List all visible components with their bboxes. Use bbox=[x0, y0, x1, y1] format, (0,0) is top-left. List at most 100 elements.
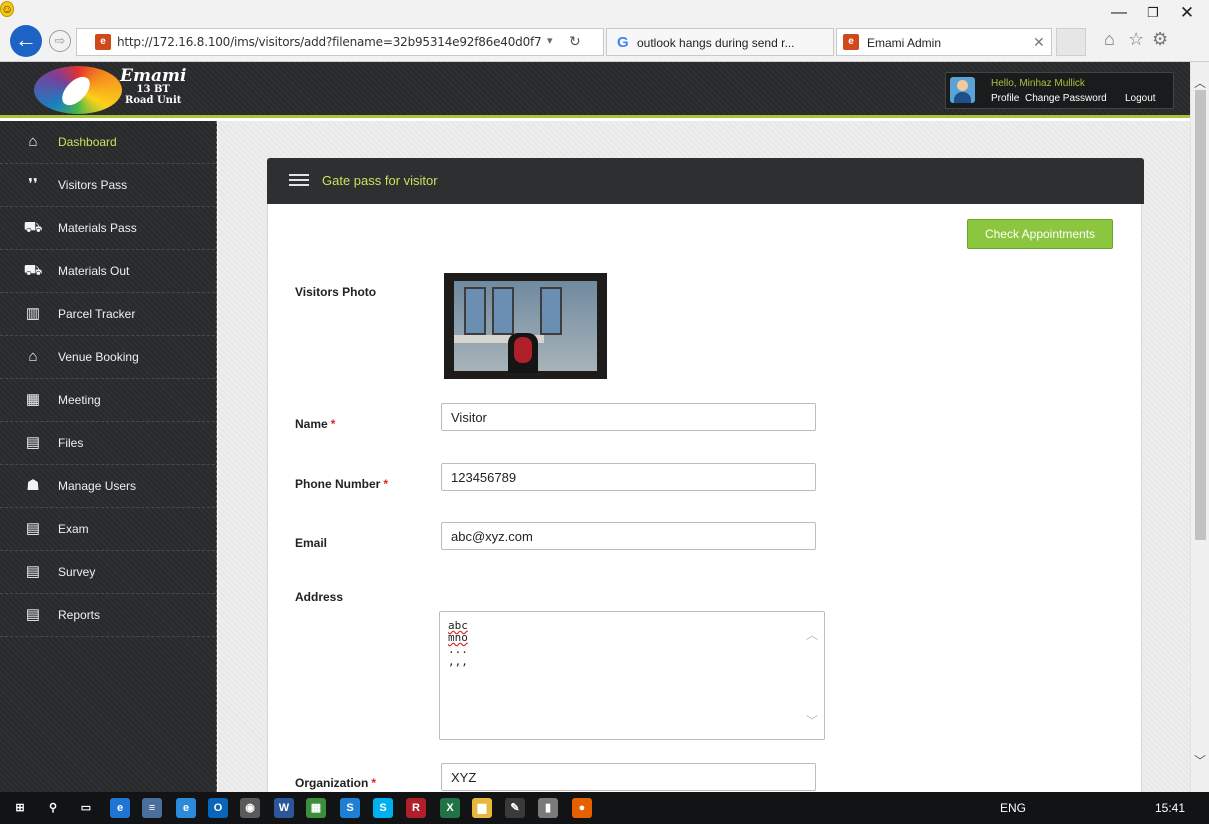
profile-link[interactable]: Profile bbox=[991, 93, 1019, 104]
phone-number-label: Phone Number * bbox=[295, 477, 389, 491]
forward-arrow-icon: ⇨ bbox=[54, 33, 66, 48]
taskbar-explorer-icon[interactable]: ▆ bbox=[472, 798, 492, 818]
address-bar[interactable]: e http://172.16.8.100/ims/visitors/add?f… bbox=[76, 28, 604, 56]
taskbar-files-icon[interactable]: ▦ bbox=[306, 798, 326, 818]
sidebar-item-survey[interactable]: ▤ Survey bbox=[0, 551, 215, 594]
tab-emami-admin[interactable]: e Emami Admin ✕ bbox=[836, 28, 1052, 56]
tab-close-icon[interactable]: ✕ bbox=[1033, 34, 1045, 51]
scroll-down-icon[interactable]: ﹀ bbox=[1194, 752, 1206, 769]
sidebar-item-visitors-pass[interactable]: ❜❜ Visitors Pass bbox=[0, 164, 215, 207]
site-favicon-icon: e bbox=[843, 34, 859, 50]
taskbar-app-r-icon[interactable]: R bbox=[406, 798, 426, 818]
truck-icon: ⛟ bbox=[23, 262, 43, 279]
app-header: Emami 13 BT Road Unit Hello, Minhaz Mull… bbox=[0, 62, 1190, 118]
page-scrollbar[interactable]: ︿ ﹀ bbox=[1190, 62, 1209, 792]
sidebar-item-label: Dashboard bbox=[58, 135, 117, 149]
taskbar-edge-icon[interactable]: e bbox=[110, 798, 130, 818]
user-greeting: Hello, Minhaz Mullick bbox=[991, 78, 1085, 89]
sidebar-item-venue-booking[interactable]: ⌂ Venue Booking bbox=[0, 336, 215, 379]
logo-name: Emami bbox=[120, 66, 187, 86]
back-button[interactable]: ← bbox=[10, 25, 42, 57]
scroll-thumb[interactable] bbox=[1195, 90, 1206, 540]
sidebar-item-meeting[interactable]: ▦ Meeting bbox=[0, 379, 215, 422]
sidebar-item-label: Meeting bbox=[58, 393, 101, 407]
gate-pass-panel: Gate pass for visitor Check Appointments… bbox=[267, 158, 1144, 792]
taskbar-windows-start-icon[interactable]: ⊞ bbox=[10, 798, 30, 818]
logout-link[interactable]: Logout bbox=[1125, 93, 1156, 104]
scroll-up-icon[interactable]: ︿ bbox=[1194, 74, 1206, 91]
taskbar-skype-icon[interactable]: S bbox=[373, 798, 393, 818]
language-indicator[interactable]: ENG bbox=[1000, 801, 1026, 815]
sidebar-item-label: Manage Users bbox=[58, 479, 137, 493]
name-label: Name * bbox=[295, 417, 336, 431]
files-icon: ▤ bbox=[25, 434, 41, 451]
required-marker: * bbox=[383, 477, 389, 491]
taskbar-task-view-icon[interactable]: ▭ bbox=[76, 798, 96, 818]
browser-chrome: — ❐ ✕ ← ⇨ e http://172.16.8.100/ims/visi… bbox=[0, 0, 1209, 62]
textarea-scroll-up-icon[interactable]: ︿ bbox=[806, 626, 818, 643]
back-arrow-icon: ← bbox=[15, 27, 37, 52]
logo-unit-line2: Road Unit bbox=[125, 95, 182, 106]
taskbar-paint-icon[interactable]: ✎ bbox=[505, 798, 525, 818]
sidebar-item-files[interactable]: ▤ Files bbox=[0, 422, 215, 465]
name-field[interactable] bbox=[441, 403, 816, 431]
emami-logo[interactable]: Emami 13 BT Road Unit bbox=[34, 66, 194, 114]
email-label: Email bbox=[295, 536, 328, 550]
taskbar-excel-icon[interactable]: X bbox=[440, 798, 460, 818]
sidebar-item-label: Materials Pass bbox=[58, 221, 137, 235]
users-icon: ☗ bbox=[26, 477, 40, 494]
avatar bbox=[950, 77, 975, 103]
close-window-button[interactable]: ✕ bbox=[1172, 4, 1202, 22]
sidebar-item-reports[interactable]: ▤ Reports bbox=[0, 594, 215, 637]
check-appointments-button[interactable]: Check Appointments bbox=[967, 219, 1113, 249]
taskbar-calculator-icon[interactable]: ▮ bbox=[538, 798, 558, 818]
feedback-smiley-icon[interactable]: ☺ bbox=[0, 1, 15, 17]
email-field[interactable] bbox=[441, 522, 816, 550]
taskbar-outlook-icon[interactable]: O bbox=[208, 798, 228, 818]
taskbar-notepad-icon[interactable]: ≡ bbox=[142, 798, 162, 818]
tab-label: outlook hangs during send r... bbox=[637, 36, 795, 50]
document-icon: ▤ bbox=[25, 563, 41, 580]
sidebar-item-label: Files bbox=[58, 436, 84, 450]
sidebar-item-label: Survey bbox=[58, 565, 96, 579]
settings-gear-icon[interactable]: ⚙ bbox=[1152, 29, 1168, 50]
taskbar-firefox-icon[interactable]: ● bbox=[572, 798, 592, 818]
address-label: Address bbox=[295, 590, 344, 604]
sidebar-item-label: Materials Out bbox=[58, 264, 130, 278]
home-icon[interactable]: ⌂ bbox=[1104, 29, 1115, 50]
clipboard-icon: ▤ bbox=[25, 606, 41, 623]
sidebar-item-materials-pass[interactable]: ⛟ Materials Pass bbox=[0, 207, 215, 250]
taskbar-camera-icon[interactable]: ◉ bbox=[240, 798, 260, 818]
sidebar-item-parcel-tracker[interactable]: ▥ Parcel Tracker bbox=[0, 293, 215, 336]
taskbar-skype-business-icon[interactable]: S bbox=[340, 798, 360, 818]
address-dropdown-icon[interactable]: ▾ bbox=[547, 34, 553, 47]
sidebar: ⌂ Dashboard ❜❜ Visitors Pass ⛟ Materials… bbox=[0, 121, 217, 792]
user-panel: Hello, Minhaz Mullick Profile Change Pas… bbox=[945, 72, 1174, 109]
change-password-link[interactable]: Change Password bbox=[1025, 93, 1107, 104]
organization-field[interactable] bbox=[441, 763, 816, 791]
page-viewport: Emami 13 BT Road Unit Hello, Minhaz Mull… bbox=[0, 62, 1209, 792]
sidebar-item-label: Visitors Pass bbox=[58, 178, 128, 192]
textarea-scroll-down-icon[interactable]: ﹀ bbox=[806, 712, 818, 729]
sidebar-item-exam[interactable]: ▤ Exam bbox=[0, 508, 215, 551]
address-textarea[interactable]: abc mno ... ,,, ︿ ﹀ bbox=[439, 611, 825, 740]
forward-button[interactable]: ⇨ bbox=[49, 30, 71, 52]
tab-outlook-search[interactable]: G outlook hangs during send r... bbox=[606, 28, 834, 56]
favorites-star-icon[interactable]: ☆ bbox=[1128, 29, 1144, 50]
clock[interactable]: 15:41 bbox=[1155, 801, 1185, 815]
sidebar-item-materials-out[interactable]: ⛟ Materials Out bbox=[0, 250, 215, 293]
taskbar-word-icon[interactable]: W bbox=[274, 798, 294, 818]
address-url[interactable]: http://172.16.8.100/ims/visitors/add?fil… bbox=[117, 35, 542, 49]
phone-number-field[interactable] bbox=[441, 463, 816, 491]
sidebar-item-manage-users[interactable]: ☗ Manage Users bbox=[0, 465, 215, 508]
new-tab-button[interactable] bbox=[1056, 28, 1086, 56]
footprints-icon: ❜❜ bbox=[28, 176, 38, 193]
refresh-icon[interactable]: ↻ bbox=[569, 33, 581, 50]
restore-button[interactable]: ❐ bbox=[1138, 4, 1168, 22]
sidebar-item-dashboard[interactable]: ⌂ Dashboard bbox=[0, 121, 215, 164]
page-title: Gate pass for visitor bbox=[322, 173, 438, 188]
minimize-button[interactable]: — bbox=[1104, 4, 1134, 22]
taskbar-search-icon[interactable]: ⚲ bbox=[43, 798, 63, 818]
sidebar-item-label: Parcel Tracker bbox=[58, 307, 136, 321]
taskbar-internet-explorer-icon[interactable]: e bbox=[176, 798, 196, 818]
